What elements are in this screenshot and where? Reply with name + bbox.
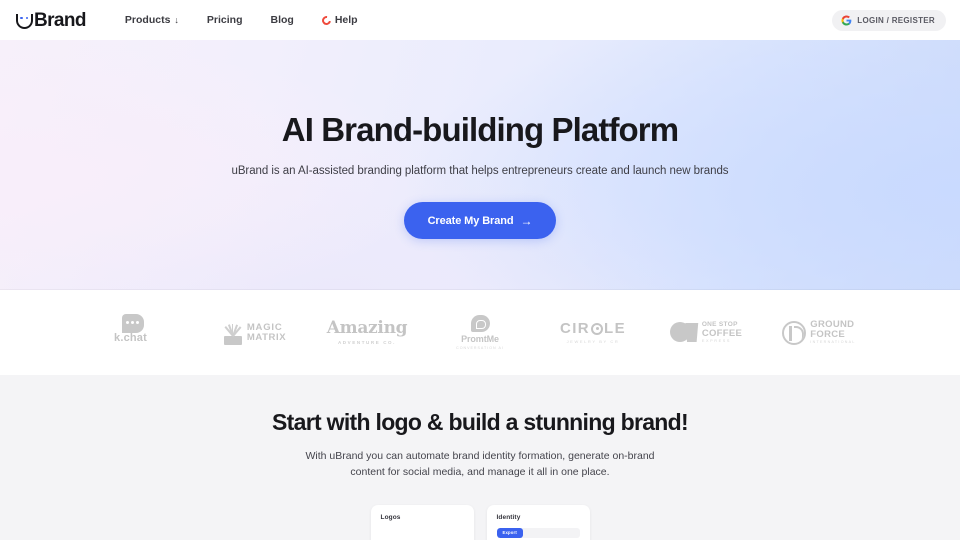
nav-item-pricing-label: Pricing [206,14,243,26]
client-logo-amazing-label: Amazing [326,318,408,338]
feature-card-logos-title: Logos [380,513,401,521]
feature-card-identity-title: Identity [496,513,521,521]
client-logo-ground-line2: FORCE [810,329,846,341]
nav-item-help[interactable]: Help [308,8,372,32]
client-logo-strip: k.chat MAGIC MATRIX Amazing ADVENTURE CO… [0,290,960,375]
client-logo-ground-sub: INTERNATIONAL [810,340,856,345]
client-logo-coffee-sub: EXPRESS [701,338,731,343]
circle-ring-icon [591,322,604,335]
client-logo-promtme-label: PromtMe [461,334,499,344]
client-logo-circle: CIR LE JEWELRY BY CR [537,313,650,353]
magic-burst-icon [222,321,244,345]
client-logo-magic-matrix: MAGIC MATRIX [198,313,311,353]
client-logo-ground-force: GROUND FORCE INTERNATIONAL [763,313,876,353]
nav-item-products[interactable]: Products ↓ [111,8,193,32]
feature-card-identity[interactable]: Identity Export [486,504,590,540]
hero-section: AI Brand-building Platform uBrand is an … [0,40,960,290]
feature-card-logos[interactable]: Logos [370,504,474,540]
ground-force-mark-icon [782,320,807,345]
feature-cards-row: Logos Identity Export [370,504,590,540]
client-logo-promtme: PromtMe CONVERSATION AI [424,313,537,353]
client-logo-circle-sub: JEWELRY BY CR [566,339,620,344]
nav-item-products-label: Products [124,14,171,26]
ubrand-smile-u-icon [16,13,33,30]
client-logo-amazing: Amazing ADVENTURE CO. [311,313,424,353]
feature-section-title: Start with logo & build a stunning brand… [272,409,689,435]
feature-card-identity-active-tab[interactable]: Export [496,527,523,538]
client-logo-magic-line2: MATRIX [246,331,287,343]
nav-item-blog[interactable]: Blog [257,8,308,32]
ubrand-logo-text: Brand [34,9,87,31]
chat-bubble-icon [122,313,144,333]
page-title: AI Brand-building Platform [281,111,679,148]
feature-section-subtitle: With uBrand you can automate brand ident… [305,450,655,479]
help-ring-icon [320,13,333,27]
create-my-brand-label: Create My Brand [427,214,514,227]
arrow-right-icon: → [520,213,533,228]
client-logo-promtme-sub: CONVERSATION AI [456,346,504,350]
feature-section: Start with logo & build a stunning brand… [0,375,960,540]
google-g-icon [841,14,852,26]
client-logo-kchat-label: k.chat [114,331,147,344]
nav-item-help-label: Help [334,14,358,26]
nav-item-pricing[interactable]: Pricing [193,8,257,32]
client-logo-circle-a: CIR [559,320,591,337]
nav-item-blog-label: Blog [270,14,294,26]
feature-card-identity-tabs: Export [496,527,580,538]
client-logo-coffee-line2: COFFEE [701,327,743,339]
login-register-label: LOGIN / REGISTER [857,15,935,25]
chevron-down-icon: ↓ [174,14,179,25]
client-logo-one-stop-coffee: ONE STOP COFFEE EXPRESS [650,313,763,353]
client-logo-circle-b: LE [604,320,626,337]
speech-bubble-icon [470,315,490,332]
client-logo-kchat: k.chat [85,313,198,353]
landing-page: Brand Products ↓ Pricing Blog Help LOGIN… [0,0,960,540]
primary-nav-links: Products ↓ Pricing Blog Help [111,8,372,32]
ubrand-logo[interactable]: Brand [16,9,87,31]
top-navigation-bar: Brand Products ↓ Pricing Blog Help LOGIN… [0,0,960,40]
hero-subtitle: uBrand is an AI-assisted branding platfo… [231,165,729,178]
create-my-brand-button[interactable]: Create My Brand → [403,202,557,240]
client-logo-amazing-sub: ADVENTURE CO. [337,340,397,345]
login-register-button[interactable]: LOGIN / REGISTER [832,9,946,31]
